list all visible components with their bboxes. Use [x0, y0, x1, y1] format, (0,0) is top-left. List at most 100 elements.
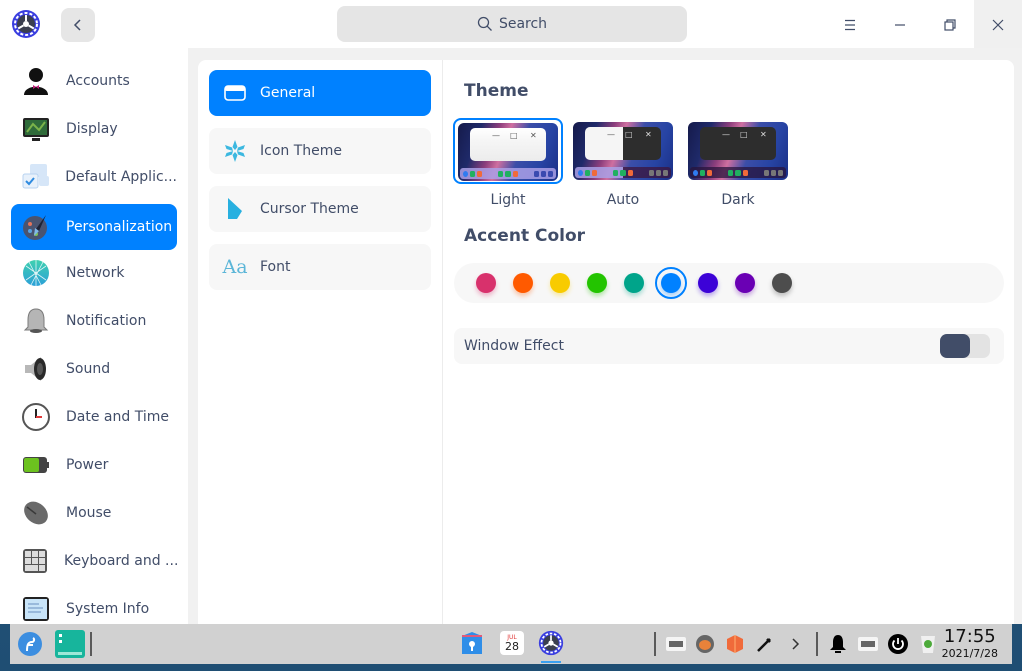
sidebar: Accounts Display Default Applic... Perso… [0, 48, 188, 624]
font-icon: Aa [222, 256, 248, 278]
taskbar-separator [816, 632, 818, 656]
theme-option-dark[interactable]: — □ ✕ Dark [683, 118, 793, 208]
accent-color-swatch[interactable] [624, 273, 644, 293]
theme-option-auto[interactable]: — □ ✕ Auto [568, 118, 678, 208]
menu-button[interactable] [833, 8, 867, 42]
package-icon[interactable] [723, 632, 747, 656]
subnav-item-icon-theme[interactable]: Icon Theme [209, 128, 431, 174]
close-icon [992, 19, 1004, 31]
clock-date: 2021/7/28 [941, 647, 998, 660]
taskbar-clock[interactable]: 17:55 2021/7/28 [941, 626, 998, 661]
chevron-left-icon [73, 19, 81, 31]
subnav-item-label: Font [260, 259, 291, 275]
mouse-icon [20, 497, 52, 529]
control-center-window: Search Accounts Display Default Applic..… [0, 0, 1022, 624]
calendar-icon[interactable]: JUL 28 [499, 630, 525, 656]
sidebar-item-label: Default Applic... [65, 169, 177, 185]
trash-icon[interactable] [916, 632, 940, 656]
theme-section-title: Theme [464, 81, 529, 101]
sidebar-item-label: Date and Time [66, 409, 169, 425]
sidebar-item-keyboard[interactable]: Keyboard and ... [11, 538, 179, 584]
taskbar: JUL 28 17:55 2021/7/28 [10, 624, 1012, 664]
general-window-icon [222, 80, 248, 106]
notification-icon [20, 305, 52, 337]
theme-label: Light [490, 192, 526, 208]
search-placeholder: Search [498, 16, 548, 32]
date-time-icon [20, 401, 52, 433]
subnav-item-font[interactable]: Aa Font [209, 244, 431, 290]
cursor-theme-icon [222, 196, 248, 222]
display-icon [20, 113, 52, 145]
keyboard-icon [20, 545, 50, 577]
sidebar-item-label: Mouse [66, 505, 112, 521]
sidebar-item-label: Keyboard and ... [64, 553, 179, 569]
fedora-launcher-icon[interactable] [17, 631, 43, 657]
multitask-view-icon[interactable] [55, 630, 85, 658]
taskbar-separator [90, 632, 92, 656]
subnav-item-label: General [260, 85, 316, 101]
pen-icon[interactable] [753, 632, 777, 656]
close-button[interactable] [981, 8, 1015, 42]
network-icon [20, 257, 52, 289]
sidebar-item-accounts[interactable]: Accounts [11, 58, 177, 104]
accent-color-picker [454, 263, 1004, 303]
subnav-item-cursor-theme[interactable]: Cursor Theme [209, 186, 431, 232]
onscreen-keyboard-icon[interactable] [856, 632, 880, 656]
sidebar-item-sound[interactable]: Sound [11, 346, 177, 392]
sidebar-item-system-info[interactable]: System Info [11, 586, 177, 624]
restore-icon [944, 19, 956, 31]
maximize-button[interactable] [933, 8, 967, 42]
keyboard-layout-icon[interactable] [664, 632, 688, 656]
system-info-icon [20, 593, 52, 624]
accent-color-swatch[interactable] [772, 273, 792, 293]
notification-bell-icon[interactable] [826, 632, 850, 656]
accent-color-swatch[interactable] [655, 267, 687, 299]
sidebar-item-date-time[interactable]: Date and Time [11, 394, 177, 440]
subnav-item-general[interactable]: General [209, 70, 431, 116]
control-center-icon[interactable] [538, 630, 564, 656]
expand-tray-icon[interactable] [783, 632, 807, 656]
subnav-item-label: Icon Theme [260, 143, 343, 159]
sidebar-item-label: Display [66, 121, 118, 137]
window-effect-row: Window Effect [454, 328, 1004, 364]
taskbar-separator [654, 632, 656, 656]
subnav-item-label: Cursor Theme [260, 201, 359, 217]
minimize-button[interactable] [883, 8, 917, 42]
hamster-icon[interactable] [693, 632, 717, 656]
active-app-indicator [541, 661, 561, 663]
shutdown-icon[interactable] [886, 632, 910, 656]
sound-icon [20, 353, 52, 385]
accent-color-section-title: Accent Color [464, 226, 586, 246]
clock-time: 17:55 [943, 626, 996, 647]
icon-theme-icon [222, 138, 248, 164]
accent-color-swatch[interactable] [735, 273, 755, 293]
sidebar-item-mouse[interactable]: Mouse [11, 490, 177, 536]
default-applications-icon [20, 161, 51, 193]
panel-divider [442, 60, 443, 624]
calendar-day: 28 [505, 640, 519, 653]
power-icon [20, 449, 52, 481]
accent-color-swatch[interactable] [476, 273, 496, 293]
theme-option-light[interactable]: — □ ✕ Light [453, 118, 563, 208]
sidebar-item-label: Network [66, 265, 125, 281]
theme-label: Auto [606, 192, 640, 208]
sidebar-item-personalization[interactable]: Personalization [11, 204, 177, 250]
sidebar-item-default-applications[interactable]: Default Applic... [11, 154, 177, 200]
accent-color-swatch[interactable] [698, 273, 718, 293]
sidebar-item-display[interactable]: Display [11, 106, 177, 152]
hamburger-menu-icon [845, 19, 855, 31]
content-panel: General Icon Theme Cursor Theme Aa Font … [198, 60, 1014, 624]
sidebar-item-notification[interactable]: Notification [11, 298, 177, 344]
back-button[interactable] [61, 8, 95, 42]
search-input[interactable]: Search [337, 6, 687, 42]
sidebar-item-network[interactable]: Network [11, 250, 177, 296]
accent-color-swatch[interactable] [587, 273, 607, 293]
window-effect-toggle[interactable] [940, 334, 990, 358]
sidebar-item-label: Personalization [66, 219, 173, 235]
file-manager-icon[interactable] [459, 630, 485, 656]
sidebar-item-power[interactable]: Power [11, 442, 177, 488]
theme-preview-auto: — □ ✕ [573, 122, 673, 180]
accent-color-swatch[interactable] [550, 273, 570, 293]
accent-color-swatch[interactable] [513, 273, 533, 293]
sidebar-item-label: System Info [66, 601, 150, 617]
